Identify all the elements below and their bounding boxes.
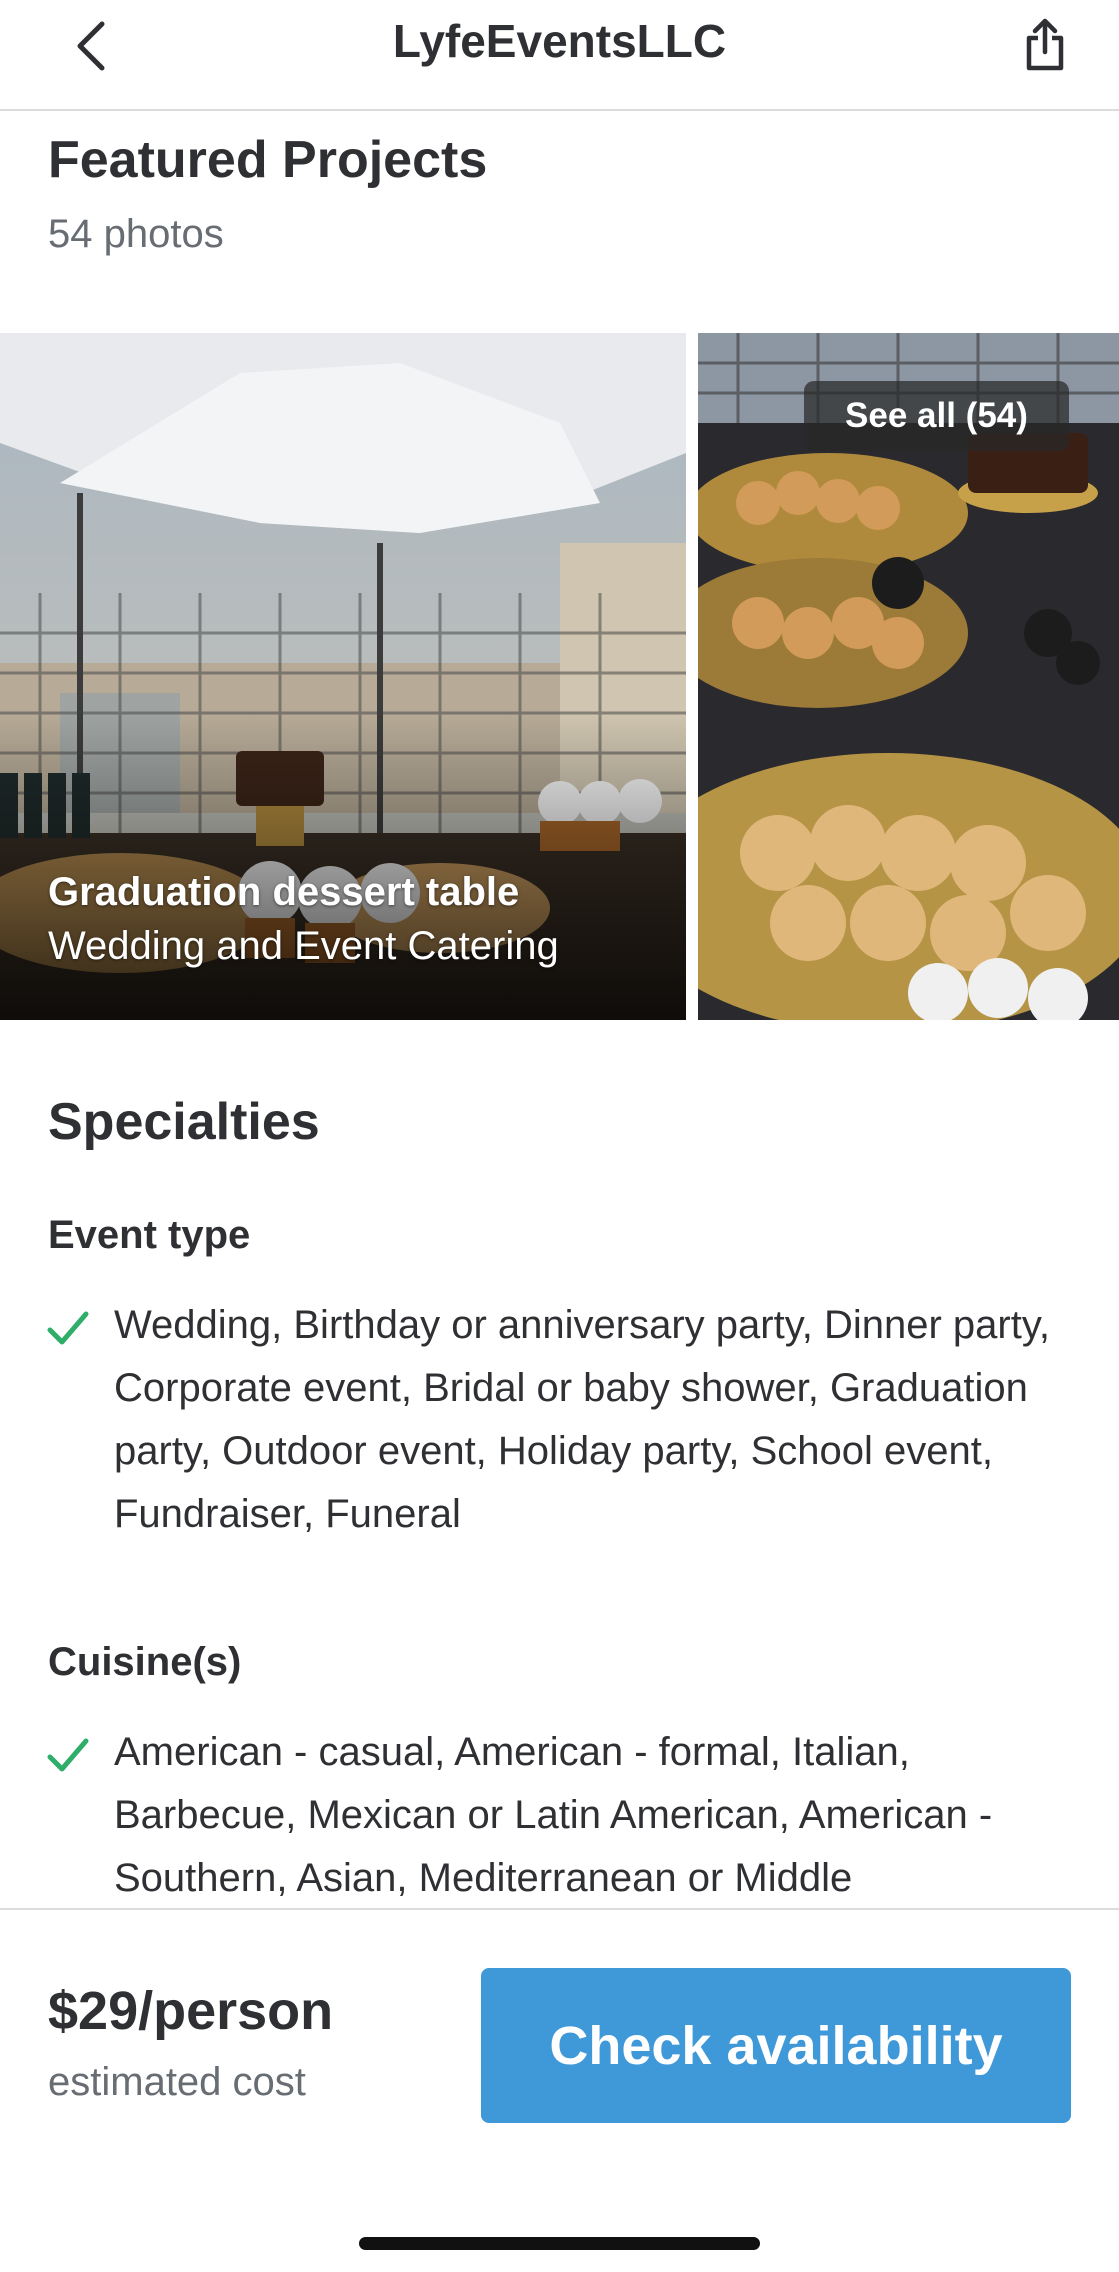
photo-caption-title: Graduation dessert table [48, 870, 520, 914]
share-icon [1026, 18, 1064, 71]
check-icon [47, 1738, 89, 1772]
cuisines-heading: Cuisine(s) [48, 1640, 242, 1684]
price-note: estimated cost [48, 2060, 306, 2104]
booking-bar: $29/person estimated cost Check availabi… [0, 1908, 1119, 2272]
event-type-heading: Event type [48, 1213, 251, 1257]
photo-count: 54 photos [48, 212, 224, 256]
share-button[interactable] [1015, 12, 1075, 78]
photo-gallery: Graduation dessert table Wedding and Eve… [0, 333, 1119, 1020]
top-bar: LyfeEventsLLC [0, 0, 1119, 111]
specialties-title: Specialties [48, 1093, 320, 1151]
see-all-photos-button[interactable]: See all (54) [804, 381, 1069, 451]
photo-caption-subtitle: Wedding and Event Catering [48, 924, 559, 968]
cuisines-list: American - casual, American - formal, It… [114, 1730, 993, 1900]
featured-projects-title: Featured Projects [48, 131, 488, 189]
price-value: $29/person [48, 1981, 334, 2041]
check-icon [47, 1311, 89, 1345]
photo-caption: Graduation dessert table Wedding and Eve… [48, 865, 559, 973]
check-availability-button[interactable]: Check availability [481, 1968, 1071, 2123]
featured-photo-side[interactable]: See all (54) [698, 333, 1119, 1020]
featured-photo-main[interactable]: Graduation dessert table Wedding and Eve… [0, 333, 686, 1020]
home-indicator [359, 2237, 760, 2250]
page-title: LyfeEventsLLC [392, 15, 727, 67]
event-type-list: Wedding, Birthday or anniversary party, … [114, 1303, 1050, 1536]
